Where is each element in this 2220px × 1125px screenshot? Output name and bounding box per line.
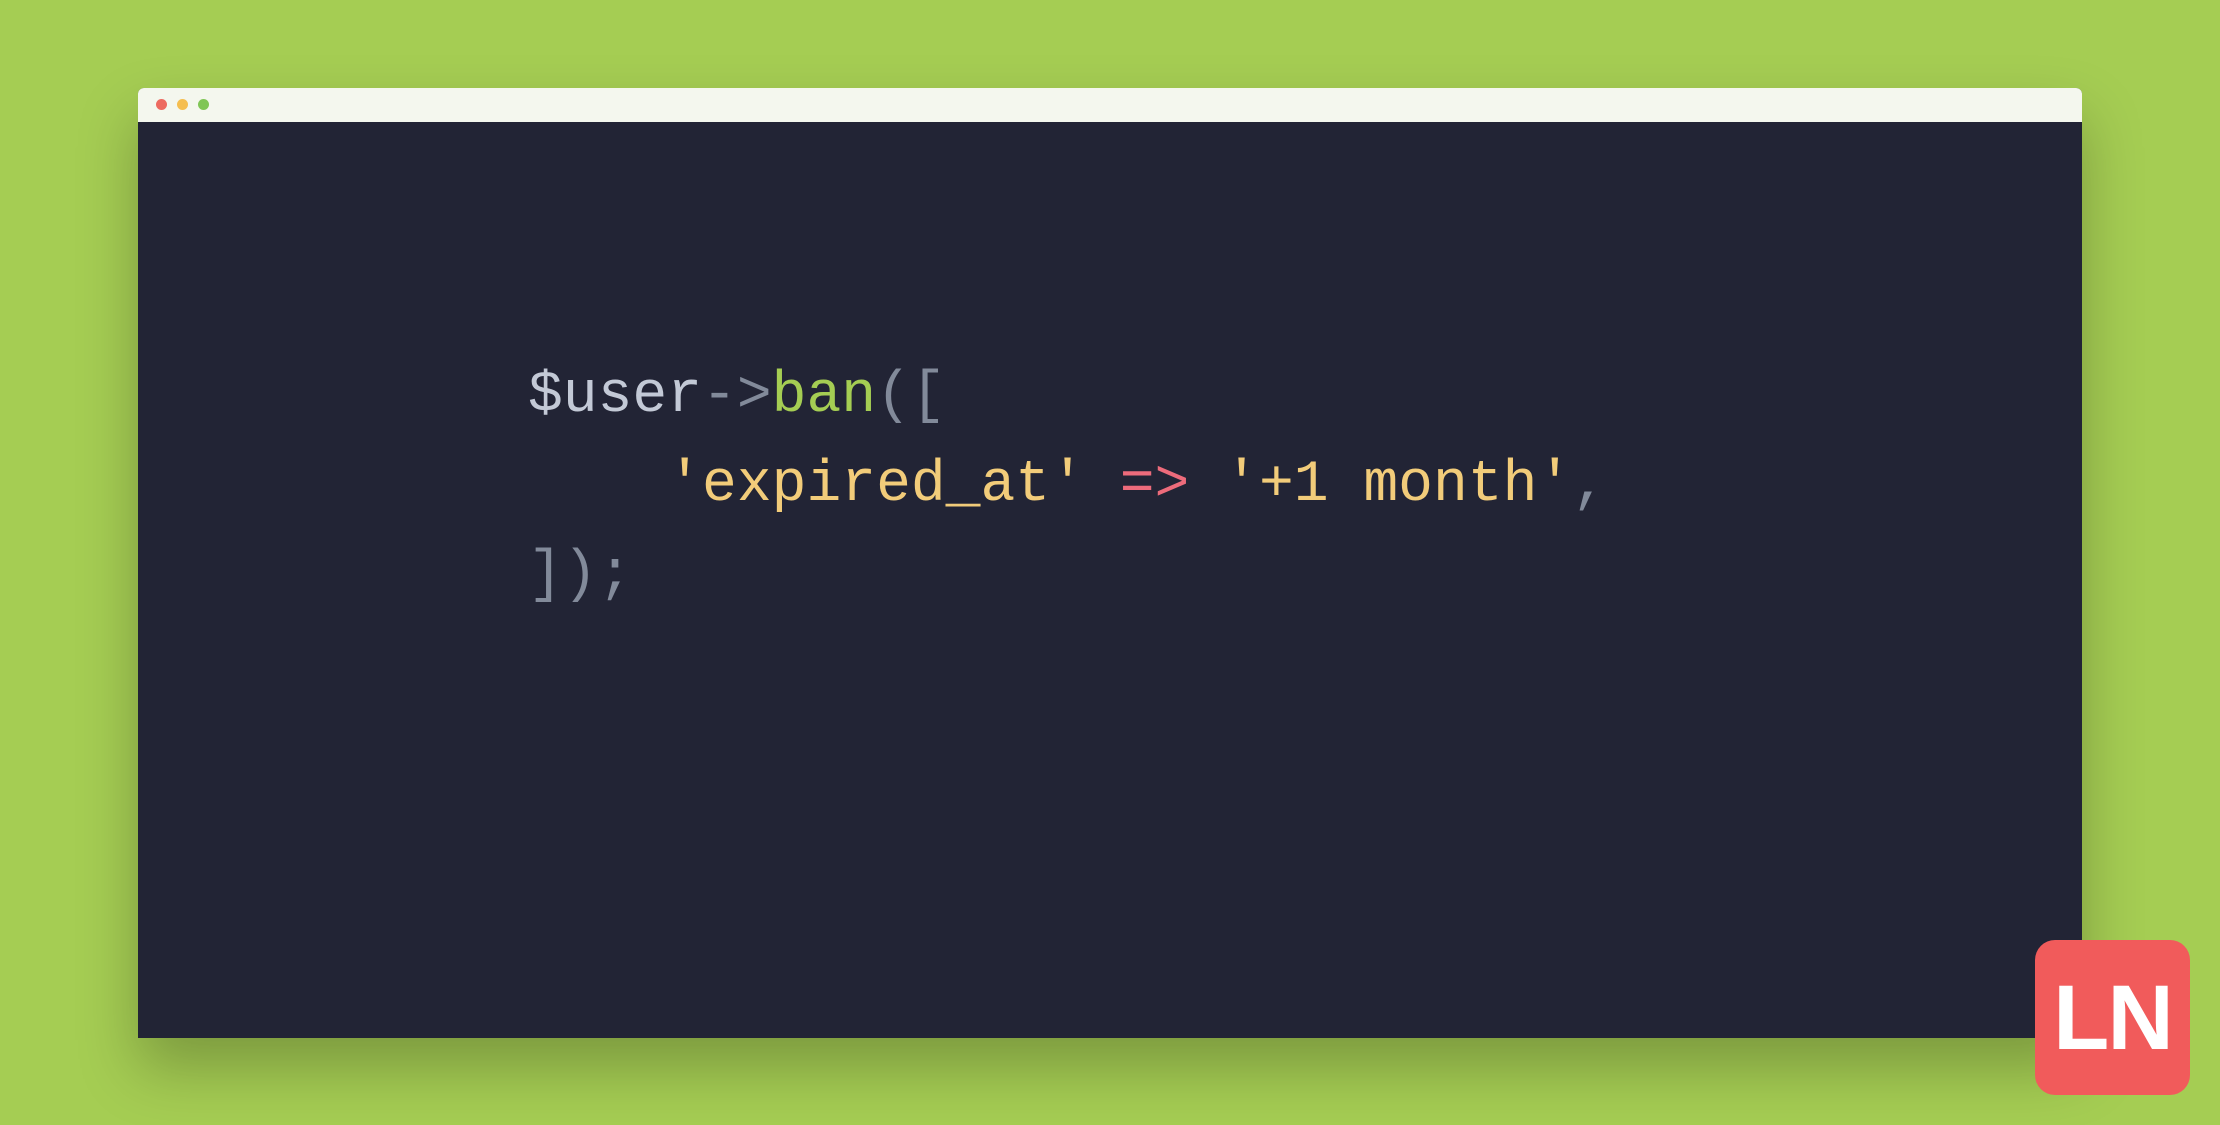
brand-logo: LN	[2035, 940, 2190, 1095]
code-function: ban	[772, 364, 876, 429]
code-block: $user->ban([ 'expired_at' => '+1 month',…	[528, 352, 2082, 622]
code-indent	[528, 453, 667, 518]
code-open-bracket: ([	[876, 364, 946, 429]
code-array-value: '+1 month'	[1224, 453, 1572, 518]
maximize-icon[interactable]	[198, 99, 209, 110]
code-array-key: 'expired_at'	[667, 453, 1085, 518]
code-close-bracket: ]);	[528, 543, 632, 608]
code-variable: $user	[528, 364, 702, 429]
code-double-arrow: =>	[1085, 453, 1224, 518]
window-titlebar	[138, 88, 2082, 122]
code-arrow-operator: ->	[702, 364, 772, 429]
code-window: $user->ban([ 'expired_at' => '+1 month',…	[138, 88, 2082, 1038]
code-editor: $user->ban([ 'expired_at' => '+1 month',…	[138, 122, 2082, 1038]
minimize-icon[interactable]	[177, 99, 188, 110]
brand-logo-text: LN	[2053, 972, 2172, 1064]
code-comma: ,	[1572, 453, 1607, 518]
close-icon[interactable]	[156, 99, 167, 110]
